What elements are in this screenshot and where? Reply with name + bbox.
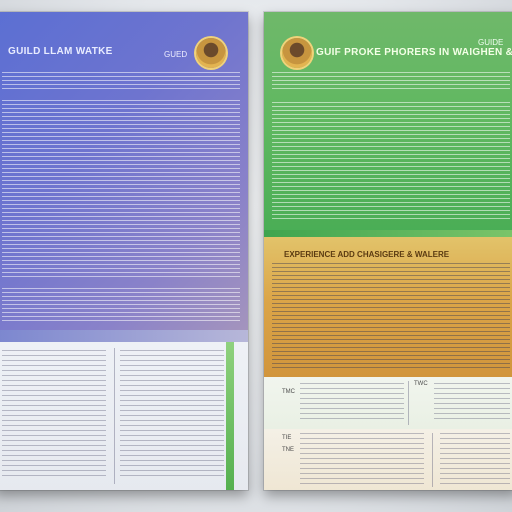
text-block — [272, 263, 510, 369]
text-block — [2, 100, 240, 280]
column-text — [300, 433, 424, 485]
column-text — [300, 383, 404, 423]
corner-label-right: GUIDE — [478, 38, 504, 47]
text-block — [272, 102, 510, 222]
column-divider — [408, 381, 409, 425]
header-band-left: GUILD LLAM WATKE GUED — [0, 12, 248, 330]
column-divider — [432, 433, 433, 487]
row-label: TNE — [282, 447, 294, 453]
column-divider — [114, 348, 115, 484]
column-text — [440, 433, 510, 485]
divider-band — [0, 330, 248, 342]
portrait-icon — [196, 38, 226, 68]
column-text — [120, 350, 224, 480]
page-title-left: GUILD LLAM WATKE — [8, 46, 113, 57]
experience-band: EXPERIENCE ADD CHASIGERE & WALERE — [264, 237, 512, 377]
column-text — [434, 383, 510, 423]
document-page-left: GUILD LLAM WATKE GUED — [0, 12, 248, 490]
details-band: TMC TWC — [264, 377, 512, 429]
column-text — [2, 350, 106, 480]
portrait-icon — [282, 38, 312, 68]
page-title-right: GUIF PROKE PHORERS IN WAIGHEN & WGDINE — [316, 47, 512, 58]
row-label: TMC — [282, 389, 295, 395]
section-heading: EXPERIENCE ADD CHASIGERE & WALERE — [284, 250, 450, 259]
row-label: TIE — [282, 435, 292, 441]
footer-band-left — [0, 342, 248, 490]
row-label: TWC — [414, 381, 428, 387]
document-page-right: GUIF PROKE PHORERS IN WAIGHEN & WGDINE G… — [264, 12, 512, 490]
accent-edge — [226, 342, 234, 490]
text-block — [272, 72, 510, 92]
footer-band-right: TIE TNE — [264, 429, 512, 490]
header-band-right: GUIF PROKE PHORERS IN WAIGHEN & WGDINE G… — [264, 12, 512, 237]
text-block — [2, 288, 240, 324]
text-block — [2, 72, 240, 90]
corner-label-left: GUED — [164, 50, 188, 59]
